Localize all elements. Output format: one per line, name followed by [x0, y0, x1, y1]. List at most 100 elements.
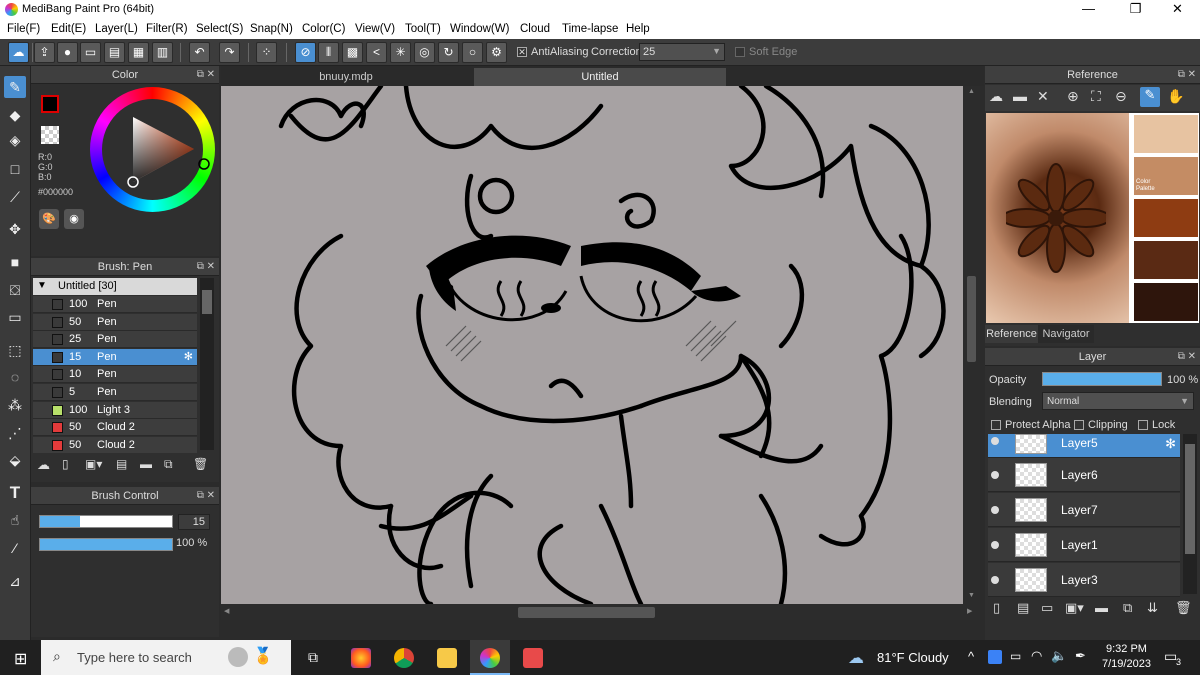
clock-date[interactable]: 7/19/2023: [1102, 658, 1151, 670]
magic-wand-icon[interactable]: ⁂: [4, 394, 26, 416]
antialiasing-checkbox[interactable]: ✕: [517, 47, 527, 57]
layer-row[interactable]: Layer3: [988, 563, 1180, 597]
chevron-up-icon[interactable]: ^: [968, 649, 974, 664]
undo-icon[interactable]: ↶: [189, 42, 210, 63]
pen-tool-icon[interactable]: ✎: [4, 76, 26, 98]
visibility-eye-icon[interactable]: [991, 471, 999, 479]
layer-scroll-thumb[interactable]: [1185, 444, 1195, 554]
taskbar-search-box[interactable]: ⌕ Type here to search 🏅: [41, 640, 291, 675]
dotted-eraser-icon[interactable]: ◈: [4, 129, 26, 151]
panel-controls[interactable]: ⧉ ✕: [197, 66, 215, 84]
brush-item[interactable]: 100 Light 3: [33, 401, 197, 419]
primary-color-swatch[interactable]: [41, 95, 59, 113]
rectangle-tool-icon[interactable]: □: [4, 158, 26, 180]
brush-item[interactable]: 15 Pen ✻: [33, 348, 197, 366]
duplicate-layer-icon[interactable]: ⧉: [1123, 600, 1132, 616]
scroll-left-icon[interactable]: ◀: [224, 607, 229, 615]
operation-tool-icon[interactable]: ☝: [4, 509, 26, 531]
tab-navigator[interactable]: Navigator: [1038, 325, 1094, 343]
brush-settings-icon[interactable]: ▤: [116, 457, 127, 471]
firefox-icon[interactable]: [351, 648, 371, 668]
vertical-scroll-thumb[interactable]: [967, 276, 976, 362]
gradient-tool-icon[interactable]: ▭: [4, 306, 26, 328]
clock-time[interactable]: 9:32 PM: [1106, 643, 1147, 655]
fill-rect-icon[interactable]: ■: [4, 251, 26, 273]
close-button[interactable]: ✕: [1155, 0, 1200, 20]
speaker-icon[interactable]: 🔈: [1051, 648, 1067, 664]
brush-item[interactable]: 50 Pen: [33, 313, 197, 331]
select-eraser-icon[interactable]: ⬙: [4, 449, 26, 471]
eraser-tool-icon[interactable]: ◆: [4, 104, 26, 126]
reference-eyedropper-icon[interactable]: ✎: [1140, 87, 1160, 107]
panel-controls[interactable]: ⧉ ✕: [1178, 66, 1196, 84]
drawing-canvas[interactable]: [221, 86, 963, 604]
menu-window[interactable]: Window(W): [450, 23, 509, 35]
tab-bnuuy[interactable]: bnuuy.mdp: [221, 68, 471, 86]
layer-settings-gear-icon[interactable]: ✻: [1165, 436, 1176, 452]
palette-add-icon[interactable]: ◉: [64, 209, 84, 229]
layer-row[interactable]: Layer6: [988, 458, 1180, 492]
menu-filter[interactable]: Filter(R): [146, 23, 188, 35]
battery-icon[interactable]: ▭: [1010, 649, 1021, 663]
layer-list-scrollbar[interactable]: [1183, 434, 1197, 594]
new-brush-icon[interactable]: ▯: [62, 457, 69, 471]
menu-view[interactable]: View(V): [355, 23, 395, 35]
speech-bubble-icon[interactable]: ▭: [80, 42, 101, 63]
visibility-eye-icon[interactable]: [991, 576, 999, 584]
windows-start-icon[interactable]: ⊞: [14, 649, 27, 669]
scroll-right-icon[interactable]: ▶: [967, 607, 972, 615]
add-layer-dropdown-icon[interactable]: ▣▾: [1065, 600, 1084, 616]
menu-file[interactable]: File(F): [7, 23, 40, 35]
brush-item[interactable]: 100 Pen: [33, 296, 197, 313]
menu-select[interactable]: Select(S): [196, 23, 243, 35]
upload-reference-icon[interactable]: ☁: [989, 88, 1003, 105]
tray-app-icon[interactable]: [988, 650, 1002, 664]
chrome-icon[interactable]: [394, 648, 414, 668]
menu-cloud[interactable]: Cloud: [520, 23, 550, 35]
saturation-triangle[interactable]: [90, 87, 215, 212]
transparent-color-swatch[interactable]: [41, 126, 59, 144]
trash-icon[interactable]: 🗑: [193, 457, 208, 471]
move-tool-icon[interactable]: ✥: [4, 218, 26, 240]
brush-size-value[interactable]: 15: [178, 514, 210, 530]
delete-layer-icon[interactable]: 🗑: [1175, 600, 1192, 616]
layout-icon[interactable]: ▥: [152, 42, 173, 63]
divide-tool-icon[interactable]: ⁄: [4, 537, 26, 559]
scroll-up-icon[interactable]: ▲: [968, 88, 975, 95]
folder-icon[interactable]: ▬: [140, 457, 152, 471]
lasso-tool-icon[interactable]: ◌: [4, 366, 26, 388]
horizontal-scroll-thumb[interactable]: [518, 607, 655, 618]
snap-perspective-icon[interactable]: <: [366, 42, 387, 63]
layer-row[interactable]: Layer1: [988, 528, 1180, 562]
panel-controls[interactable]: ⧉ ✕: [197, 258, 215, 276]
cloud-icon[interactable]: ☁: [8, 42, 29, 63]
snap-curve-icon[interactable]: ↻: [438, 42, 459, 63]
brush-item[interactable]: 5 Pen: [33, 384, 197, 401]
weather-text[interactable]: 81°F Cloudy: [877, 650, 949, 665]
scroll-down-icon[interactable]: ▼: [968, 592, 975, 599]
upload-brush-icon[interactable]: ☁: [37, 457, 50, 473]
snap-circle-icon[interactable]: ◎: [414, 42, 435, 63]
protect-alpha-checkbox[interactable]: [991, 420, 1001, 430]
visibility-eye-icon[interactable]: [991, 541, 999, 549]
task-view-icon[interactable]: ⧉: [308, 649, 318, 666]
brush-item[interactable]: 25 Pen: [33, 331, 197, 349]
visibility-eye-icon[interactable]: [991, 506, 999, 514]
menu-edit[interactable]: Edit(E): [51, 23, 86, 35]
snap-parallel-icon[interactable]: ⫴: [318, 42, 339, 63]
menu-layer[interactable]: Layer(L): [95, 23, 138, 35]
brush-item[interactable]: 50 Cloud 2: [33, 419, 197, 437]
tab-reference[interactable]: Reference: [985, 325, 1038, 343]
tab-untitled[interactable]: Untitled: [474, 68, 726, 86]
fit-view-icon[interactable]: ⛶: [1091, 88, 1101, 105]
select-pen-icon[interactable]: ⋰: [4, 422, 26, 444]
zoom-out-icon[interactable]: ⊖: [1115, 88, 1127, 105]
redo-icon[interactable]: ↷: [219, 42, 240, 63]
close-reference-icon[interactable]: ✕: [1037, 88, 1049, 105]
eyedropper-tool-icon[interactable]: ⊿: [4, 570, 26, 592]
layer-row[interactable]: Layer7: [988, 493, 1180, 527]
medibang-taskbar-button[interactable]: [470, 640, 510, 675]
menu-timelapse[interactable]: Time-lapse: [562, 23, 618, 35]
panel-controls[interactable]: ⧉ ✕: [1178, 348, 1196, 366]
layer-opacity-slider[interactable]: [1042, 372, 1162, 386]
